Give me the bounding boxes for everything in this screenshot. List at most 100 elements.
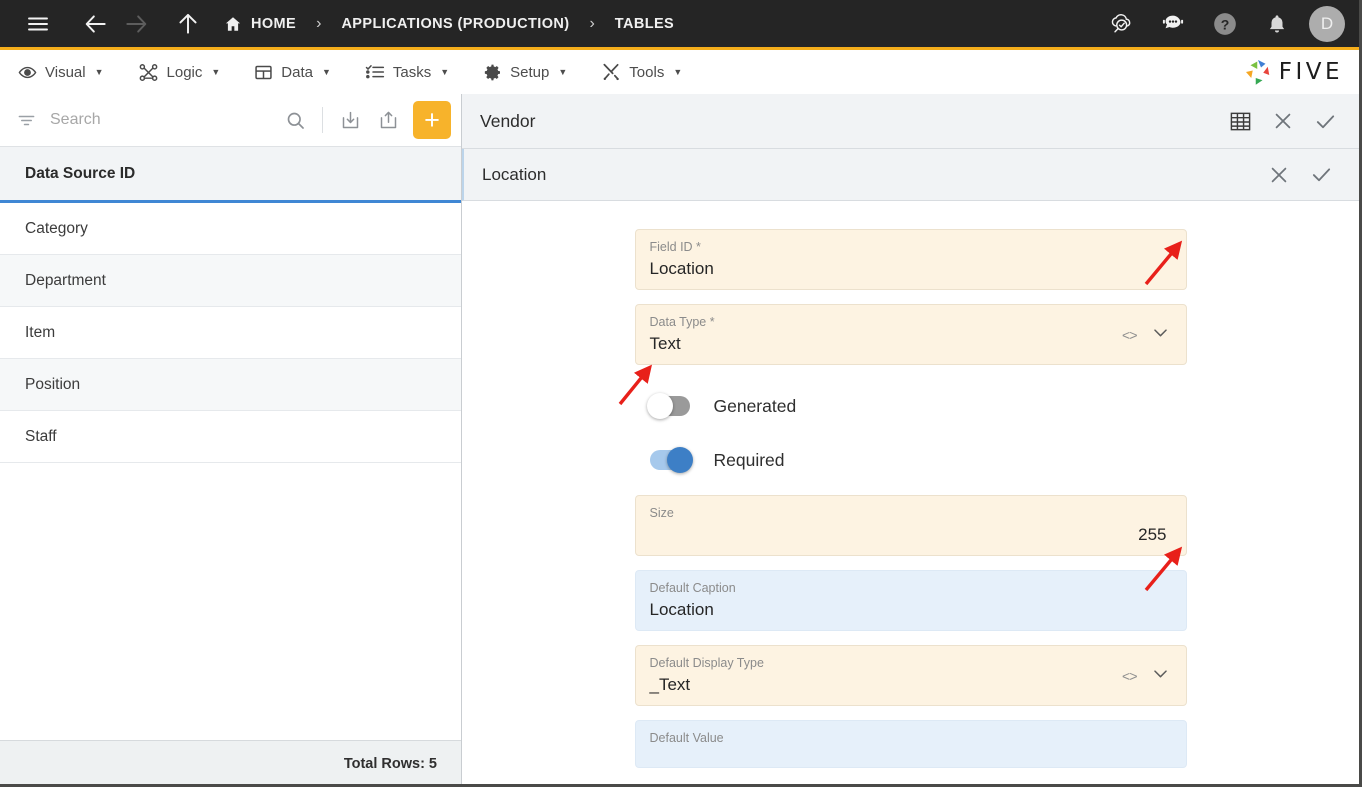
- list-item[interactable]: Staff: [0, 411, 461, 463]
- menu-item-data[interactable]: Data ▼: [254, 63, 331, 82]
- chevron-down-icon: ▼: [440, 67, 450, 77]
- close-icon[interactable]: [1268, 164, 1290, 186]
- arrow-left-icon[interactable]: [76, 4, 116, 44]
- breadcrumb-label: HOME: [251, 15, 297, 32]
- chevron-down-icon: ▼: [558, 67, 568, 77]
- main-menu-bar: Visual ▼ Logic ▼ Data ▼ Tasks ▼ Setup ▼ …: [0, 47, 1359, 94]
- notifications-bell-icon[interactable]: [1257, 4, 1297, 44]
- application-window: HOME › APPLICATIONS (PRODUCTION) › TABLE…: [0, 0, 1362, 787]
- search-icon[interactable]: [278, 103, 312, 137]
- tools-icon: [601, 62, 621, 82]
- grid-view-icon[interactable]: [1229, 110, 1252, 133]
- menu-item-setup[interactable]: Setup ▼: [483, 63, 567, 82]
- status-bar: Total Rows: 5: [0, 740, 461, 784]
- data-source-list: Data Source ID Category Department Item …: [0, 147, 461, 740]
- home-icon: [224, 15, 242, 33]
- toggle-required[interactable]: [649, 447, 693, 473]
- breadcrumb-label: APPLICATIONS (PRODUCTION): [341, 15, 570, 32]
- export-icon[interactable]: [371, 103, 405, 137]
- search-input[interactable]: [44, 111, 274, 129]
- cloud-search-icon[interactable]: [1101, 4, 1141, 44]
- avatar[interactable]: D: [1309, 5, 1345, 42]
- field-label: Default Caption: [649, 581, 736, 595]
- field-value: _Text: [649, 675, 691, 694]
- field-label: Size: [649, 506, 674, 520]
- menu-item-tasks[interactable]: Tasks ▼: [365, 62, 449, 82]
- gear-icon: [483, 63, 502, 82]
- menu-item-tools[interactable]: Tools ▼: [601, 62, 682, 82]
- field-default-value[interactable]: Default Value: [634, 720, 1187, 768]
- list-item[interactable]: Category: [0, 203, 461, 255]
- confirm-icon[interactable]: [1314, 110, 1337, 133]
- field-label: Default Display Type: [649, 656, 764, 670]
- chatbot-icon[interactable]: [1153, 4, 1193, 44]
- panel-header: Vendor: [462, 94, 1359, 149]
- toggle-knob: [646, 393, 673, 419]
- menu-label: Tasks: [392, 63, 432, 81]
- field-icon-group: < >: [1122, 664, 1170, 688]
- main-panel: Vendor Location Field ID * Location Data…: [462, 94, 1359, 784]
- toggle-row-generated: Generated: [635, 379, 1187, 433]
- toggle-generated[interactable]: [646, 393, 690, 419]
- subpanel-actions: [1268, 163, 1333, 186]
- field-field-id[interactable]: Field ID * Location: [634, 229, 1187, 290]
- field-default-display-type[interactable]: Default Display Type _Text < >: [634, 645, 1187, 706]
- topbar-right-group: ? D: [1101, 4, 1345, 44]
- menu-label: Data: [281, 63, 313, 81]
- top-navigation-bar: HOME › APPLICATIONS (PRODUCTION) › TABLE…: [0, 0, 1359, 47]
- toggle-knob: [666, 447, 693, 473]
- field-data-type[interactable]: Data Type * Text < >: [634, 304, 1187, 365]
- breadcrumb-item-tables[interactable]: TABLES: [613, 16, 676, 32]
- breadcrumb-item-home[interactable]: HOME: [222, 15, 298, 33]
- eye-icon: [18, 63, 37, 82]
- menu-item-visual[interactable]: Visual ▼: [18, 63, 104, 82]
- page-title: Vendor: [480, 110, 536, 131]
- svg-text:?: ?: [1221, 16, 1230, 32]
- chevron-down-icon: ▼: [211, 67, 221, 77]
- code-icon[interactable]: < >: [1122, 668, 1138, 684]
- table-icon: [254, 63, 273, 82]
- topbar-left-group: HOME › APPLICATIONS (PRODUCTION) › TABLE…: [18, 4, 1101, 44]
- chevron-down-icon[interactable]: [1151, 323, 1170, 347]
- chevron-down-icon: ▼: [94, 67, 104, 77]
- field-value: Text: [649, 334, 681, 353]
- field-value: Location: [649, 600, 714, 619]
- field-value: Location: [649, 259, 714, 278]
- breadcrumb: HOME › APPLICATIONS (PRODUCTION) › TABLE…: [222, 15, 676, 33]
- brand-text: FIVE: [1278, 59, 1343, 85]
- panel-actions: [1229, 110, 1337, 133]
- field-label: Field ID *: [649, 240, 701, 254]
- field-size[interactable]: Size 255: [634, 495, 1187, 556]
- list-item[interactable]: Position: [0, 359, 461, 411]
- field-icon-group: < >: [1122, 323, 1170, 347]
- total-rows-label: Total Rows: 5: [343, 756, 437, 772]
- field-default-caption[interactable]: Default Caption Location: [634, 570, 1187, 631]
- filter-icon[interactable]: [12, 111, 40, 130]
- breadcrumb-label: TABLES: [614, 15, 675, 32]
- subpanel-title: Location: [482, 164, 547, 184]
- hamburger-icon[interactable]: [18, 4, 58, 44]
- list-item[interactable]: Department: [0, 255, 461, 307]
- arrow-up-icon[interactable]: [168, 4, 208, 44]
- close-icon[interactable]: [1272, 110, 1294, 132]
- subpanel-header: Location: [462, 149, 1359, 201]
- breadcrumb-separator: ›: [316, 14, 322, 32]
- sidebar-toolbar: +: [0, 94, 461, 147]
- field-label: Default Value: [649, 731, 724, 745]
- field-label: Data Type *: [649, 315, 715, 329]
- menu-item-logic[interactable]: Logic ▼: [138, 62, 221, 83]
- chevron-down-icon[interactable]: [1151, 664, 1170, 688]
- confirm-icon[interactable]: [1310, 163, 1333, 186]
- breadcrumb-item-applications[interactable]: APPLICATIONS (PRODUCTION): [339, 16, 571, 32]
- list-column-header[interactable]: Data Source ID: [0, 147, 461, 203]
- help-icon[interactable]: ?: [1205, 4, 1245, 44]
- menu-label: Logic: [166, 63, 203, 81]
- import-icon[interactable]: [333, 103, 367, 137]
- field-value: 255: [1138, 525, 1167, 544]
- arrow-right-icon[interactable]: [116, 4, 156, 44]
- code-icon[interactable]: < >: [1122, 327, 1138, 343]
- add-button[interactable]: +: [413, 101, 451, 139]
- toggle-row-required: Required: [635, 433, 1187, 487]
- nodes-icon: [138, 62, 159, 83]
- list-item[interactable]: Item: [0, 307, 461, 359]
